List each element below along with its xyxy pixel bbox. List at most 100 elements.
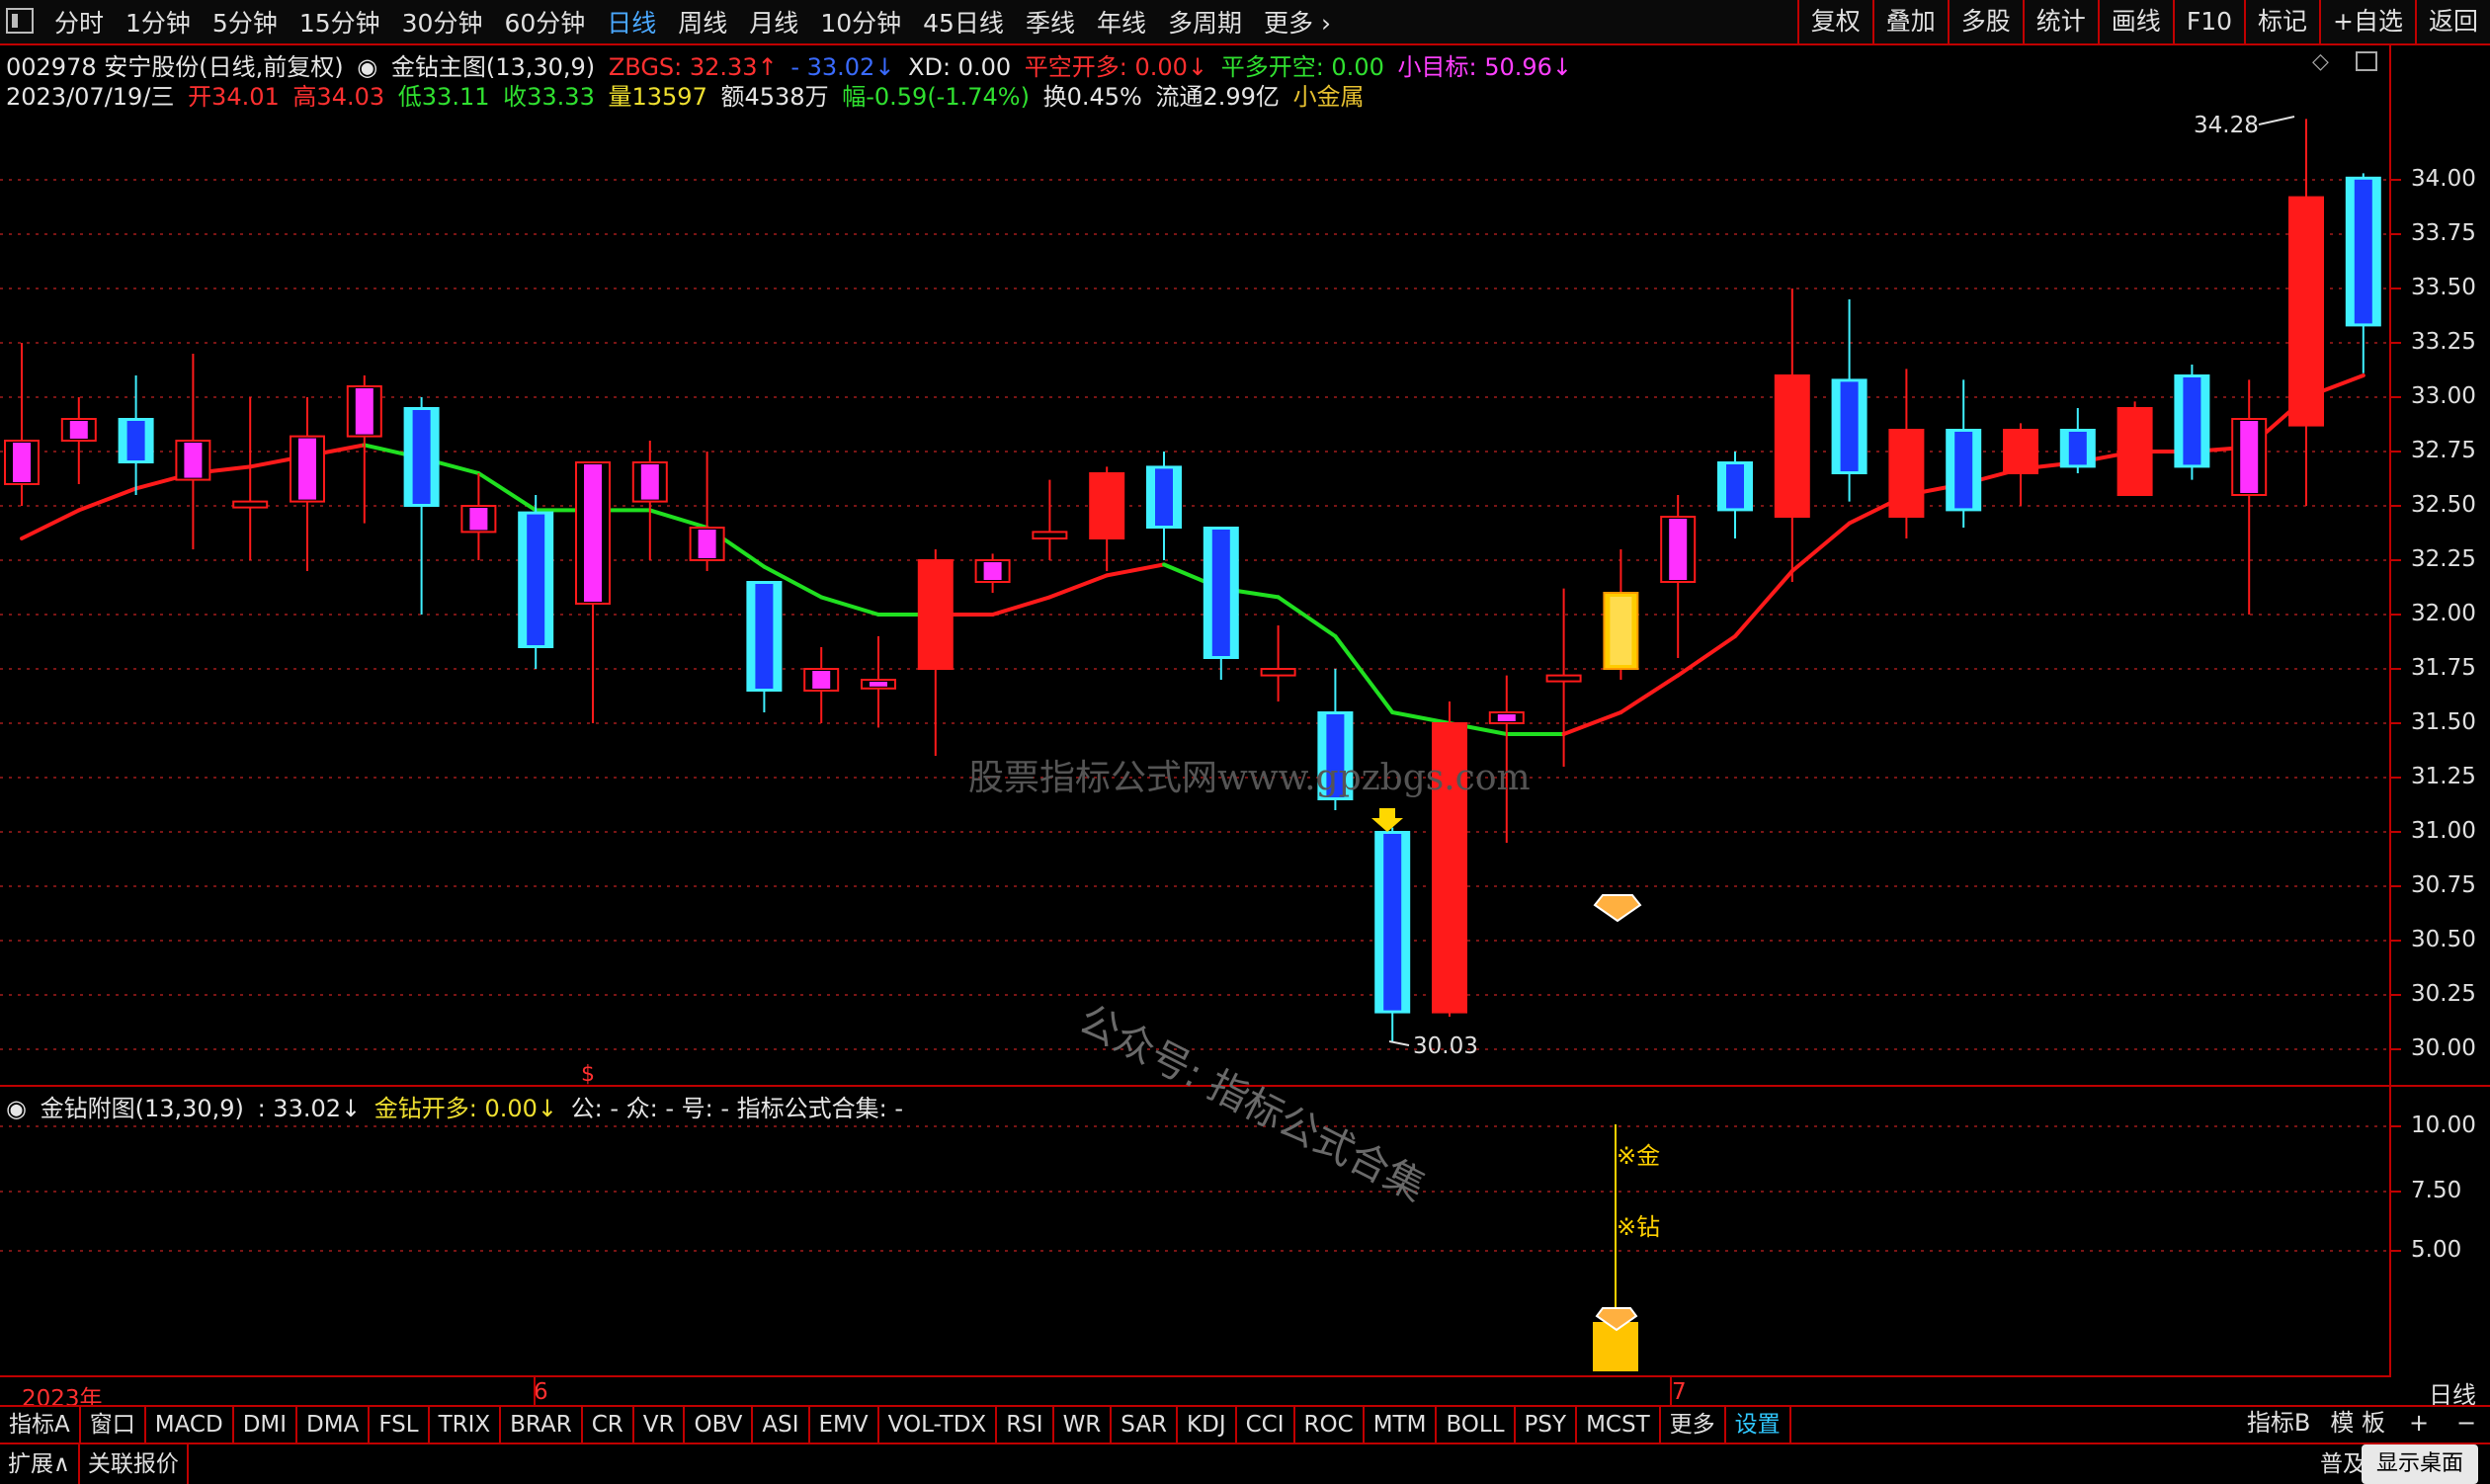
high-arrow — [2258, 116, 2295, 125]
indicator-tab[interactable]: MCST — [1577, 1407, 1661, 1443]
zoom-out-button[interactable]: − — [2443, 1405, 2490, 1441]
candle-inner — [2240, 421, 2259, 493]
indicator-tab[interactable]: CR — [583, 1407, 634, 1443]
status-tab[interactable]: 扩展∧ — [0, 1444, 80, 1484]
candle-inner — [870, 682, 887, 687]
candle-inner — [1383, 834, 1402, 1011]
indicator-tab[interactable]: KDJ — [1178, 1407, 1237, 1443]
indicator-tabs: 指标A 窗口 MACD DMI DMA FSL TRIX BRAR CR VR OBV ASI EMV V… — [0, 1405, 2490, 1444]
sub-tick-label: 7.50 — [2411, 1178, 2462, 1203]
indicator-tab[interactable]: WR — [1054, 1407, 1113, 1443]
price-tick-label: 30.25 — [2411, 981, 2476, 1007]
watermark-website: 股票指标公式网www.gpzbgs.com — [968, 758, 1531, 798]
indicator-tab[interactable]: VOL-TDX — [879, 1407, 998, 1443]
candle-inner — [812, 671, 831, 689]
price-tick-label: 31.25 — [2411, 764, 2476, 789]
price-tick-label: 33.50 — [2411, 275, 2476, 300]
indicator-tab[interactable]: EMV — [810, 1407, 879, 1443]
low-price-mark: 30.03 — [1413, 1033, 1478, 1059]
indicator-tab[interactable]: RSI — [997, 1407, 1054, 1443]
candlestick-chart[interactable]: $ — [0, 0, 2490, 1484]
candle-inner — [412, 410, 431, 504]
price-tick-label: 32.50 — [2411, 492, 2476, 518]
indicator-right-group: 指标B 模 板 + − — [2237, 1405, 2490, 1441]
ma-line-segment — [1333, 634, 1395, 714]
candle-inner — [698, 530, 716, 558]
candle-body — [2116, 407, 2153, 496]
sub-indicator-line: ◉ 金钻附图(13,30,9) : 33.02↓ 金钻开多: 0.00↓ 公: … — [6, 1089, 909, 1123]
indicator-tab[interactable]: 窗口 — [81, 1407, 146, 1443]
axis-divider — [2389, 45, 2391, 1375]
indicator-tab[interactable]: 设置 — [1726, 1407, 1791, 1443]
status-tab[interactable]: 关联报价 — [80, 1444, 189, 1484]
show-desktop-button[interactable]: 显示桌面 — [2362, 1444, 2478, 1484]
indicator-tab[interactable]: MACD — [146, 1407, 234, 1443]
candle-inner — [126, 421, 145, 460]
candle-inner — [13, 443, 31, 482]
indicator-tab[interactable]: OBV — [685, 1407, 754, 1443]
sub-rest-values: 公: - 众: - 号: - 指标公式合集: - — [570, 1095, 904, 1122]
indicator-tab[interactable]: ASI — [753, 1407, 810, 1443]
indicator-tab[interactable]: BOLL — [1437, 1407, 1516, 1443]
candle-body — [1774, 374, 1810, 518]
indicator-tab[interactable]: 指标A — [0, 1407, 81, 1443]
ma-line-segment — [990, 595, 1052, 617]
ma-line-segment — [20, 508, 81, 540]
date-axis-divider — [0, 1375, 2391, 1377]
indicator-tab[interactable]: VR — [634, 1407, 686, 1443]
sub-indicator-name[interactable]: 金钻附图(13,30,9) — [41, 1095, 244, 1122]
indicator-tab[interactable]: CCI — [1237, 1407, 1295, 1443]
sub-toggle-icon[interactable]: ◉ — [6, 1095, 27, 1122]
candle-body — [2288, 196, 2324, 427]
price-tick-label: 32.00 — [2411, 601, 2476, 626]
status-bar: 扩展∧ 关联报价 — [0, 1444, 2490, 1484]
candle-body — [1545, 674, 1582, 683]
mode-label[interactable]: 普及 — [2320, 1444, 2366, 1484]
candle-inner — [2354, 179, 2372, 324]
candle-highlight — [1610, 597, 1632, 665]
ma-line-segment — [1047, 573, 1110, 600]
indicator-tab[interactable]: FSL — [370, 1407, 430, 1443]
candle-body — [1089, 472, 1125, 539]
candle-body — [1032, 531, 1068, 540]
indicator-tab[interactable]: TRIX — [430, 1407, 502, 1443]
sub-tick-label: 10.00 — [2411, 1113, 2476, 1138]
sub-signal-value: 金钻开多: 0.00↓ — [374, 1095, 558, 1122]
ma-line-segment — [1789, 521, 1852, 573]
sub-indicator-value: : 33.02↓ — [257, 1095, 362, 1122]
candle-inner — [184, 443, 203, 478]
price-tick-label: 32.75 — [2411, 438, 2476, 463]
indicator-b-button[interactable]: 指标B — [2237, 1405, 2320, 1441]
buy-arrow-icon — [1371, 808, 1403, 832]
candle-inner — [298, 438, 316, 500]
candle-body — [2003, 429, 2038, 474]
template-button[interactable]: 模 板 — [2320, 1405, 2395, 1441]
date-july-label: 7 — [1672, 1379, 1687, 1405]
candle-inner — [1840, 381, 1859, 471]
ma-line-segment — [819, 595, 880, 617]
indicator-tab[interactable]: DMA — [297, 1407, 371, 1443]
candle-inner — [983, 562, 1002, 580]
diamond-signal-label: ※钻 — [1617, 1213, 1661, 1241]
indicator-tab[interactable]: MTM — [1365, 1407, 1438, 1443]
zoom-in-button[interactable]: + — [2395, 1405, 2443, 1441]
indicator-tab[interactable]: DMI — [234, 1407, 298, 1443]
indicator-tab[interactable]: PSY — [1516, 1407, 1578, 1443]
candle-body — [917, 559, 954, 670]
candle-inner — [584, 464, 602, 602]
indicator-tab[interactable]: SAR — [1112, 1407, 1179, 1443]
month-tick — [534, 1375, 536, 1405]
indicator-tab[interactable]: 更多 — [1661, 1407, 1726, 1443]
month-tick — [1670, 1375, 1672, 1405]
candle-inner — [640, 464, 659, 500]
price-tick-label: 34.00 — [2411, 166, 2476, 192]
stock-chart-app: 分时 1分钟 5分钟 15分钟 30分钟 60分钟 日线 周线 月线 10分钟 45日线 季线 年线 多周… — [0, 0, 2490, 1484]
ma-line-segment — [1105, 562, 1166, 578]
ma-line-segment — [1733, 569, 1794, 638]
indicator-tab[interactable]: ROC — [1295, 1407, 1365, 1443]
indicator-tab[interactable]: BRAR — [501, 1407, 583, 1443]
candle-body — [1888, 429, 1925, 518]
candle-inner — [1497, 714, 1516, 721]
candle-inner — [1954, 432, 1973, 509]
price-tick-label: 33.00 — [2411, 383, 2476, 409]
